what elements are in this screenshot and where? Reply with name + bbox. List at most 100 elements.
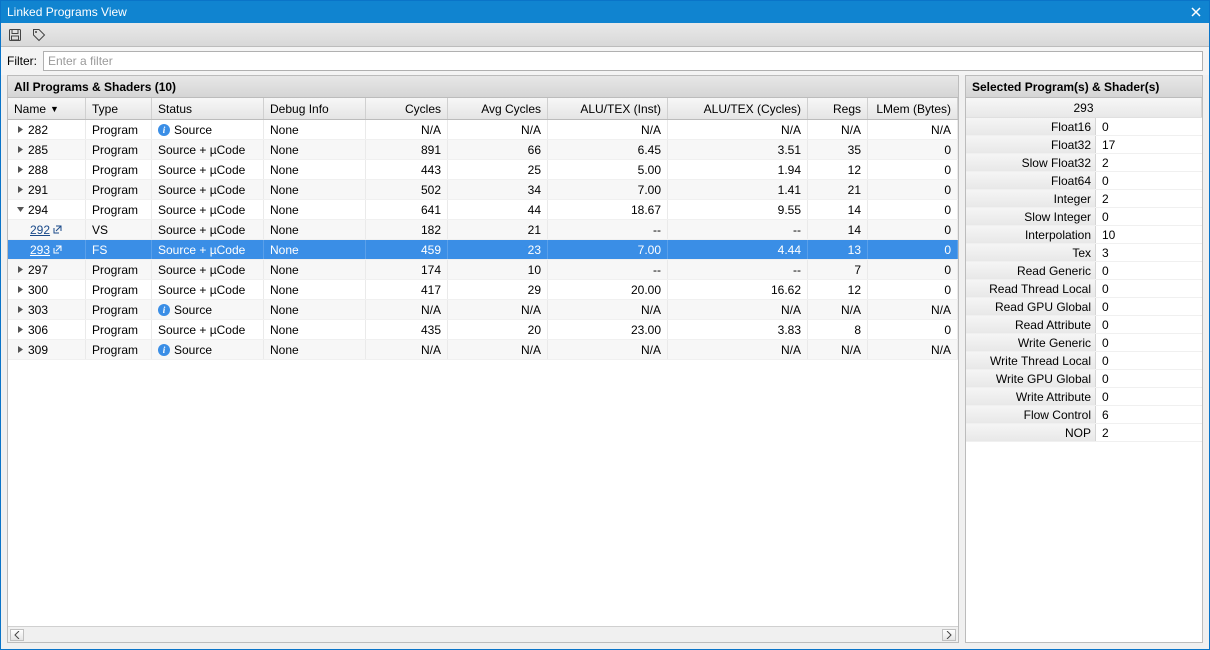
cell-regs: 13 (808, 240, 868, 259)
table-row[interactable]: 285ProgramSource + µCodeNone891666.453.5… (8, 140, 958, 160)
property-label: Flow Control (966, 406, 1096, 423)
filter-label: Filter: (7, 54, 37, 68)
col-name[interactable]: Name▼ (8, 98, 86, 119)
cell-name: 293 (8, 240, 86, 259)
program-name: 306 (28, 323, 48, 337)
col-avg[interactable]: Avg Cycles (448, 98, 548, 119)
tree-expand-button[interactable] (14, 344, 26, 356)
table-row[interactable]: 309ProgramiSourceNoneN/AN/AN/AN/AN/AN/A (8, 340, 958, 360)
property-row[interactable]: Tex3 (966, 244, 1202, 262)
table-row[interactable]: 297ProgramSource + µCodeNone17410----70 (8, 260, 958, 280)
cell-alu-inst: -- (548, 260, 668, 279)
property-row[interactable]: Interpolation10 (966, 226, 1202, 244)
col-status[interactable]: Status (152, 98, 264, 119)
table-row[interactable]: 288ProgramSource + µCodeNone443255.001.9… (8, 160, 958, 180)
property-value: 2 (1096, 190, 1202, 207)
body: All Programs & Shaders (10) Name▼ Type S… (1, 75, 1209, 649)
cell-alu-cycles: N/A (668, 120, 808, 139)
property-row[interactable]: Integer2 (966, 190, 1202, 208)
property-value: 0 (1096, 298, 1202, 315)
table-row[interactable]: 282ProgramiSourceNoneN/AN/AN/AN/AN/AN/A (8, 120, 958, 140)
property-row[interactable]: Write Attribute0 (966, 388, 1202, 406)
table-row[interactable]: 303ProgramiSourceNoneN/AN/AN/AN/AN/AN/A (8, 300, 958, 320)
properties-list: 293 Float160Float3217Slow Float322Float6… (966, 98, 1202, 642)
table-row[interactable]: 294ProgramSource + µCodeNone6414418.679.… (8, 200, 958, 220)
cell-cycles: 435 (366, 320, 448, 339)
property-value: 6 (1096, 406, 1202, 423)
property-row[interactable]: Slow Integer0 (966, 208, 1202, 226)
tree-expand-button[interactable] (14, 144, 26, 156)
cell-debug: None (264, 220, 366, 239)
cell-debug: None (264, 160, 366, 179)
programs-grid: Name▼ Type Status Debug Info Cycles Avg … (8, 98, 958, 642)
property-label: Write Attribute (966, 388, 1096, 405)
table-row[interactable]: 292VSSource + µCodeNone18221----140 (8, 220, 958, 240)
property-row[interactable]: Slow Float322 (966, 154, 1202, 172)
property-row[interactable]: Read Generic0 (966, 262, 1202, 280)
property-row[interactable]: Flow Control6 (966, 406, 1202, 424)
col-lmem[interactable]: LMem (Bytes) (868, 98, 958, 119)
cell-status: Source + µCode (152, 160, 264, 179)
col-type[interactable]: Type (86, 98, 152, 119)
property-row[interactable]: Write Generic0 (966, 334, 1202, 352)
filter-input[interactable] (43, 51, 1203, 71)
property-row[interactable]: Read Thread Local0 (966, 280, 1202, 298)
grid-body[interactable]: 282ProgramiSourceNoneN/AN/AN/AN/AN/AN/A2… (8, 120, 958, 626)
tag-button[interactable] (29, 25, 49, 45)
cell-alu-inst: -- (548, 220, 668, 239)
property-row[interactable]: Float160 (966, 118, 1202, 136)
property-row[interactable]: Write Thread Local0 (966, 352, 1202, 370)
property-row[interactable]: Read GPU Global0 (966, 298, 1202, 316)
col-alu-inst[interactable]: ALU/TEX (Inst) (548, 98, 668, 119)
external-link-icon (53, 245, 62, 254)
cell-name: 282 (8, 120, 86, 139)
tree-expand-button[interactable] (14, 164, 26, 176)
info-icon: i (158, 124, 170, 136)
tree-expand-button[interactable] (14, 124, 26, 136)
cell-cycles: 174 (366, 260, 448, 279)
col-cycles[interactable]: Cycles (366, 98, 448, 119)
table-row[interactable]: 300ProgramSource + µCodeNone4172920.0016… (8, 280, 958, 300)
selected-id-header[interactable]: 293 (966, 98, 1202, 117)
horizontal-scrollbar[interactable] (8, 626, 958, 642)
property-row[interactable]: Float3217 (966, 136, 1202, 154)
cell-type: VS (86, 220, 152, 239)
property-value: 0 (1096, 316, 1202, 333)
filter-bar: Filter: (1, 47, 1209, 75)
save-button[interactable] (5, 25, 25, 45)
shader-link[interactable]: 293 (30, 243, 50, 257)
shader-link[interactable]: 292 (30, 223, 50, 237)
table-row[interactable]: 291ProgramSource + µCodeNone502347.001.4… (8, 180, 958, 200)
cell-avg: N/A (448, 300, 548, 319)
table-row[interactable]: 306ProgramSource + µCodeNone4352023.003.… (8, 320, 958, 340)
property-label: Write Thread Local (966, 352, 1096, 369)
scroll-right-button[interactable] (942, 629, 956, 641)
table-row[interactable]: 293FSSource + µCodeNone459237.004.44130 (8, 240, 958, 260)
chevron-left-icon (14, 631, 20, 639)
property-value: 3 (1096, 244, 1202, 261)
tree-expand-button[interactable] (14, 304, 26, 316)
sort-indicator-icon: ▼ (50, 104, 59, 114)
close-button[interactable] (1189, 5, 1203, 19)
tree-expand-button[interactable] (14, 184, 26, 196)
cell-regs: N/A (808, 300, 868, 319)
cell-regs: 7 (808, 260, 868, 279)
col-alu-cycles[interactable]: ALU/TEX (Cycles) (668, 98, 808, 119)
property-row[interactable]: Read Attribute0 (966, 316, 1202, 334)
cell-name: 303 (8, 300, 86, 319)
tree-expand-button[interactable] (14, 264, 26, 276)
cell-alu-cycles: 4.44 (668, 240, 808, 259)
cell-debug: None (264, 300, 366, 319)
tree-expand-button[interactable] (14, 324, 26, 336)
property-row[interactable]: NOP2 (966, 424, 1202, 442)
tree-expand-button[interactable] (14, 284, 26, 296)
col-regs[interactable]: Regs (808, 98, 868, 119)
property-row[interactable]: Float640 (966, 172, 1202, 190)
cell-regs: 35 (808, 140, 868, 159)
scroll-left-button[interactable] (10, 629, 24, 641)
property-label: Integer (966, 190, 1096, 207)
property-row[interactable]: Write GPU Global0 (966, 370, 1202, 388)
col-debug[interactable]: Debug Info (264, 98, 366, 119)
cell-cycles: 459 (366, 240, 448, 259)
tree-collapse-button[interactable] (14, 204, 26, 216)
